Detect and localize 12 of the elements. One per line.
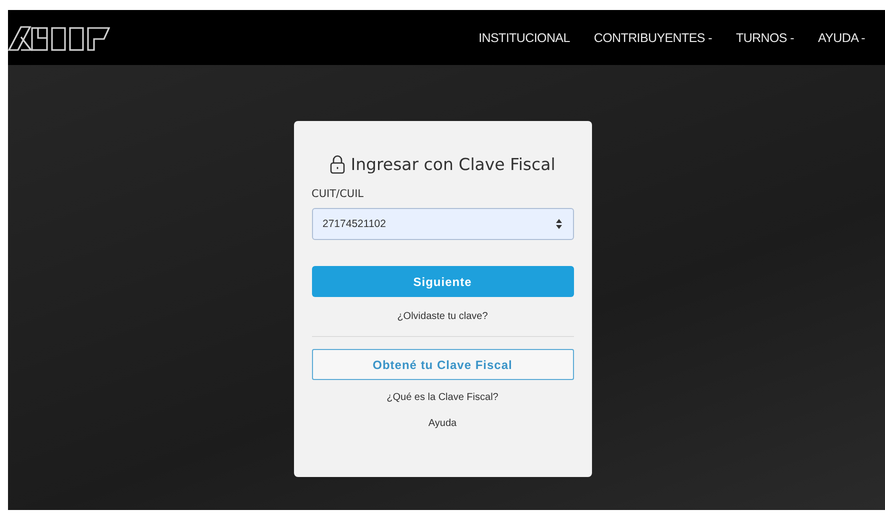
cuit-input-field[interactable]: 27174521102 <box>312 208 574 240</box>
what-is-link[interactable]: ¿Qué es la Clave Fiscal? <box>386 392 498 403</box>
nav-link[interactable]: INSTITUCIONAL <box>478 30 570 44</box>
spinner-arrows-icon <box>556 219 562 229</box>
login-title: Ingresar con Clave Fiscal <box>350 155 556 174</box>
nav-link[interactable]: AYUDA - <box>818 30 865 44</box>
nav-link[interactable]: TURNOS - <box>736 30 794 44</box>
help-link[interactable]: Ayuda <box>428 418 457 429</box>
padlock-icon <box>330 155 345 174</box>
nav-link[interactable]: CONTRIBUYENTES - <box>594 30 712 44</box>
field-label: CUIT/CUIL <box>312 188 365 200</box>
forgot-password-link[interactable]: ¿Olvidaste tu clave? <box>397 311 488 322</box>
